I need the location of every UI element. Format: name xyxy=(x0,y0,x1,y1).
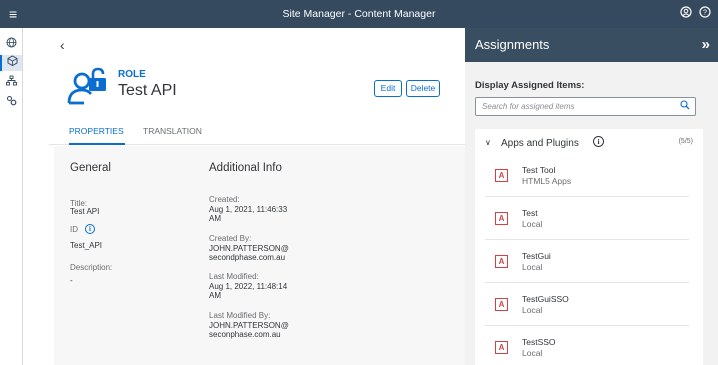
assignments-panel: Assignments » Display Assigned Items: Se… xyxy=(465,28,718,365)
list-item[interactable]: A Test Tool HTML5 Apps xyxy=(485,157,689,197)
assignments-header: Assignments » xyxy=(465,28,718,62)
description-value: - xyxy=(70,276,73,285)
chevron-down-icon[interactable]: ∨ xyxy=(485,138,491,147)
search-icon[interactable] xyxy=(680,100,690,113)
item-name: Test Tool xyxy=(522,165,556,175)
display-assigned-label: Display Assigned Items: xyxy=(475,80,585,91)
help-icon[interactable]: ? xyxy=(699,6,711,21)
app-icon: A xyxy=(495,255,508,268)
item-name: TestGui xyxy=(522,251,551,261)
sitemap-icon[interactable] xyxy=(0,75,22,91)
assigned-items-list: ∨ Apps and Plugins i (5/5) A Test Tool H… xyxy=(475,129,703,365)
apps-plugins-group-header[interactable]: ∨ Apps and Plugins i (5/5) xyxy=(475,129,703,157)
app-icon: A xyxy=(495,341,508,354)
search-input[interactable]: Search for assigned items xyxy=(475,97,696,116)
back-button[interactable]: ‹ xyxy=(60,37,65,53)
collapse-panel-icon[interactable]: » xyxy=(702,36,710,53)
info-icon[interactable]: i xyxy=(593,136,604,147)
list-item[interactable]: A TestSSO Local xyxy=(485,329,689,365)
item-name: TestGuiSSO xyxy=(522,294,569,304)
item-type: Local xyxy=(522,262,543,272)
list-item[interactable]: A Test Local xyxy=(485,200,689,240)
tab-bar: PROPERTIES TRANSLATION xyxy=(49,117,465,145)
last-modified-by-label: Last Modified By: xyxy=(209,311,271,320)
last-modified-label: Last Modified: xyxy=(209,272,259,281)
object-type-label: ROLE xyxy=(118,69,146,80)
additional-info-heading: Additional Info xyxy=(209,162,282,174)
shell-header: ≡ Site Manager - Content Manager ? xyxy=(0,0,718,28)
id-value: Test_API xyxy=(70,241,103,250)
list-item[interactable]: A TestGui Local xyxy=(485,243,689,283)
globe-icon[interactable] xyxy=(0,37,22,53)
list-item[interactable]: A TestGuiSSO Local xyxy=(485,286,689,326)
edit-button[interactable]: Edit xyxy=(374,80,402,97)
last-modified-value-cont: AM xyxy=(209,291,221,300)
search-placeholder: Search for assigned items xyxy=(482,102,575,111)
side-navigation xyxy=(0,28,23,365)
item-type: Local xyxy=(522,305,543,315)
app-icon: A xyxy=(495,169,508,182)
item-type: HTML5 Apps xyxy=(522,176,572,186)
created-label: Created: xyxy=(209,195,240,204)
assignments-title: Assignments xyxy=(475,37,550,52)
title-value: Test API xyxy=(70,207,100,216)
app-icon: A xyxy=(495,298,508,311)
tab-translation[interactable]: TRANSLATION xyxy=(143,126,202,136)
created-by-value-cont: secondphase.com.au xyxy=(209,253,286,262)
info-icon[interactable]: i xyxy=(85,224,95,234)
svg-text:?: ? xyxy=(703,10,707,17)
app-title: Site Manager - Content Manager xyxy=(282,8,436,20)
tab-properties[interactable]: PROPERTIES xyxy=(69,126,124,136)
created-by-label: Created By: xyxy=(209,234,252,243)
app-icon: A xyxy=(495,212,508,225)
item-type: Local xyxy=(522,348,543,358)
item-type: Local xyxy=(522,219,543,229)
role-unlocked-icon xyxy=(67,67,106,105)
group-count: (5/5) xyxy=(678,138,693,145)
description-label: Description: xyxy=(70,263,113,272)
properties-panel: General Title: Test API ID i Test_API De… xyxy=(54,146,466,365)
id-label: ID xyxy=(70,225,78,234)
active-tab-indicator xyxy=(69,143,125,145)
general-heading: General xyxy=(70,162,111,174)
item-name: Test xyxy=(522,208,538,218)
settings-icon[interactable] xyxy=(0,95,22,111)
user-icon[interactable] xyxy=(680,6,692,21)
delete-button[interactable]: Delete xyxy=(406,80,440,97)
item-name: TestSSO xyxy=(522,337,556,347)
last-modified-by-value-cont: seconphase.com.au xyxy=(209,330,281,339)
created-value-cont: AM xyxy=(209,214,221,223)
group-label: Apps and Plugins xyxy=(501,138,579,149)
content-manager-shell: ≡ Site Manager - Content Manager ? ‹ ROL… xyxy=(0,0,718,365)
package-icon[interactable] xyxy=(0,55,22,71)
page-title: Test API xyxy=(118,82,177,99)
